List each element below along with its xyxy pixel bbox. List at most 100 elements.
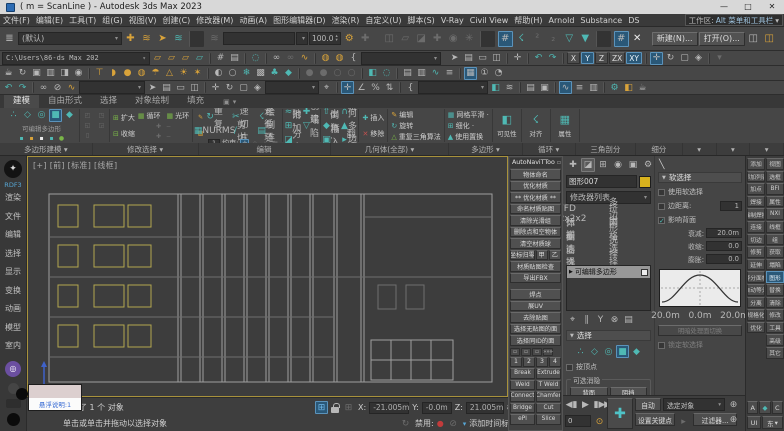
isolate-toggle-icon[interactable]: ⊞ bbox=[315, 401, 328, 414]
sidebar-item[interactable]: 显示 bbox=[5, 263, 21, 282]
axis-x-button[interactable]: X bbox=[567, 52, 580, 64]
current-frame-field[interactable]: 0 bbox=[565, 415, 591, 427]
zero-coords-button[interactable]: 坐标归零 bbox=[510, 250, 535, 261]
right-tool-button[interactable]: 切边 bbox=[747, 234, 765, 246]
film-camera-icon[interactable]: ◉ bbox=[72, 67, 85, 80]
ribbon-minimize-caret[interactable]: ▾ bbox=[233, 98, 237, 106]
rt-properties-button[interactable]: 属性 bbox=[766, 196, 784, 208]
transform-type-in-icon[interactable]: ⊞ bbox=[342, 401, 355, 414]
set-key-button[interactable]: 设置关键点 bbox=[635, 413, 675, 426]
right-tool-button[interactable]: 优化 bbox=[747, 322, 765, 334]
autonavi-button[interactable]: 展UV bbox=[510, 301, 561, 312]
cut-button[interactable]: ∕剪切 bbox=[234, 124, 247, 137]
rt-clear-button[interactable]: 清除 bbox=[766, 297, 784, 309]
poly-edit-button[interactable]: Weld bbox=[510, 380, 535, 391]
right-tool-button[interactable]: 加点 bbox=[747, 183, 765, 195]
layer-dropdown[interactable]: (默认) ▾ bbox=[18, 32, 122, 45]
rt-nxi-button[interactable]: NXI bbox=[766, 208, 784, 220]
bubble-spinner[interactable]: 0.0 bbox=[706, 254, 742, 264]
poly-edit-button[interactable]: Connect bbox=[510, 391, 535, 402]
menu-item[interactable]: Civil View bbox=[467, 14, 512, 27]
repeat-button[interactable]: ↻重复 bbox=[208, 110, 221, 123]
new-button[interactable]: 新建(N)... bbox=[652, 32, 698, 46]
loop-grow-icon[interactable]: ✚ bbox=[154, 132, 163, 141]
border-subobject-icon[interactable]: ◎ bbox=[602, 345, 615, 358]
dope-sheet-icon[interactable]: ≡ bbox=[573, 81, 586, 94]
footer-polygon-modeling[interactable]: 多边形建模 ▾ bbox=[0, 143, 93, 155]
sun-positioner-icon[interactable]: ✶ bbox=[191, 67, 204, 80]
flyout-arrow-icon[interactable]: ▾ bbox=[713, 52, 726, 65]
material-id-button[interactable]: 4 bbox=[549, 357, 561, 368]
sphere3-icon[interactable]: ○ bbox=[331, 67, 344, 80]
autonavi-button[interactable]: ** 优化材质 ** bbox=[510, 192, 561, 203]
sidebar-item[interactable]: 变换 bbox=[5, 282, 21, 301]
autonavi-titlebar[interactable]: AutoNaviTToo ▫ bbox=[510, 158, 561, 168]
remove-vertex-button[interactable]: ✕移除 bbox=[362, 129, 384, 139]
percent-snap-icon[interactable]: % bbox=[369, 81, 382, 94]
remove-modifier-icon[interactable]: ⊗ bbox=[608, 313, 621, 326]
mini-arrows-icon[interactable]: »»» bbox=[543, 348, 553, 356]
select-icon[interactable]: ➤ bbox=[448, 52, 461, 65]
menu-item[interactable]: 动画(A) bbox=[236, 14, 270, 27]
refresh-icon[interactable]: ↻ bbox=[399, 417, 412, 430]
lock-soft-selection-checkbox[interactable] bbox=[658, 342, 665, 349]
grid2-toggle-icon[interactable]: # bbox=[614, 31, 629, 47]
bind-spacewarp-icon[interactable]: ∿ bbox=[298, 52, 311, 65]
move-icon[interactable]: ✛ bbox=[209, 81, 222, 94]
z-coordinate-field[interactable]: 21.005m bbox=[466, 402, 504, 414]
mini4-icon[interactable]: ▪ bbox=[47, 134, 56, 143]
select-place-icon[interactable]: ◈ bbox=[251, 81, 264, 94]
grid-array-icon[interactable]: # bbox=[214, 52, 227, 65]
sidebar-item[interactable]: 渲染 bbox=[5, 189, 21, 208]
hierarchy-tab[interactable]: ⊞ bbox=[596, 158, 610, 172]
autonavi-button[interactable]: 焊点 bbox=[510, 289, 561, 300]
clipboard-icon[interactable]: ◨ bbox=[58, 67, 71, 80]
snap-toggle-icon[interactable]: ✛ bbox=[341, 81, 354, 94]
percent-spinner[interactable]: 100.0 ▴▾ bbox=[309, 32, 341, 45]
autonavi-button[interactable]: 清空材质球 bbox=[510, 238, 561, 249]
select-object-icon[interactable]: ➤ bbox=[146, 81, 159, 94]
crossing-icon[interactable]: ◫ bbox=[490, 52, 503, 65]
undo-icon[interactable]: ↶ bbox=[2, 81, 15, 94]
preview4-icon[interactable]: ◲ bbox=[97, 121, 106, 130]
rendered-frame-icon[interactable]: ① bbox=[478, 67, 491, 80]
dope-sheet-icon[interactable]: ≡ bbox=[443, 67, 456, 80]
curve-axis-label[interactable]: 0.0m bbox=[694, 309, 707, 322]
menu-item[interactable]: 工具(T) bbox=[66, 14, 99, 27]
active-layer-field[interactable] bbox=[223, 32, 295, 45]
poly-edit-button[interactable]: Cut bbox=[536, 403, 561, 414]
clone-icon[interactable]: ◪ bbox=[414, 31, 429, 47]
viewport-label[interactable]: [+] [前] [标准] [线框] bbox=[33, 160, 117, 171]
surface-select-button[interactable]: 曲面选择 bbox=[566, 249, 579, 262]
mini-id-icon[interactable]: ▫ bbox=[510, 348, 520, 356]
menu-item[interactable]: 帮助(H) bbox=[511, 14, 545, 27]
edit-named-selection-icon[interactable]: { bbox=[404, 81, 417, 94]
brace-icon[interactable]: { bbox=[347, 52, 360, 65]
detach-button[interactable]: ◪分离 bbox=[286, 133, 299, 143]
zoom-region-icon[interactable]: ⊕ bbox=[727, 413, 740, 426]
footer-modify-selection[interactable]: 修改选择 ▾ bbox=[93, 143, 199, 155]
rect-region-icon[interactable]: ▭ bbox=[476, 52, 489, 65]
tab-modeling[interactable]: 建模 bbox=[4, 95, 39, 108]
footer-c-button[interactable]: C bbox=[772, 401, 783, 414]
edge-distance-spinner[interactable]: 1 bbox=[720, 201, 742, 211]
copy-icon[interactable]: ▱ bbox=[398, 31, 413, 47]
ps-plugin-icon[interactable]: ◎ bbox=[5, 361, 21, 377]
visibility-bulb-icon[interactable] bbox=[641, 269, 648, 276]
shaded-sphere-icon[interactable]: ◐ bbox=[212, 67, 225, 80]
rt-shape-button[interactable]: 图形 bbox=[766, 271, 784, 283]
curve-axis-label[interactable]: 20.0m bbox=[728, 309, 741, 322]
by-vertex-checkbox[interactable] bbox=[566, 364, 573, 371]
selected-objects-dropdown[interactable]: 选定对象 ▾ bbox=[663, 398, 725, 411]
footer-a-button[interactable]: A bbox=[747, 401, 758, 414]
select-by-name-icon[interactable]: ▤ bbox=[462, 52, 475, 65]
menu-item[interactable]: 编辑(E) bbox=[33, 14, 66, 27]
add-key-button[interactable]: ✚ bbox=[607, 398, 633, 429]
soft-selection-rollout-header[interactable]: ▼ 软选择 bbox=[658, 172, 742, 183]
object-name-field[interactable]: 图形007 bbox=[566, 175, 637, 188]
rt-marquee-button[interactable]: 选框 bbox=[766, 171, 784, 183]
add-selection-to-layer-icon[interactable]: ≋ bbox=[139, 31, 154, 47]
scene-explorer-toggle-icon[interactable]: ▤ bbox=[524, 81, 537, 94]
menu-item[interactable]: V-Ray bbox=[438, 14, 467, 27]
footer-edit[interactable]: 编辑 bbox=[199, 143, 331, 155]
